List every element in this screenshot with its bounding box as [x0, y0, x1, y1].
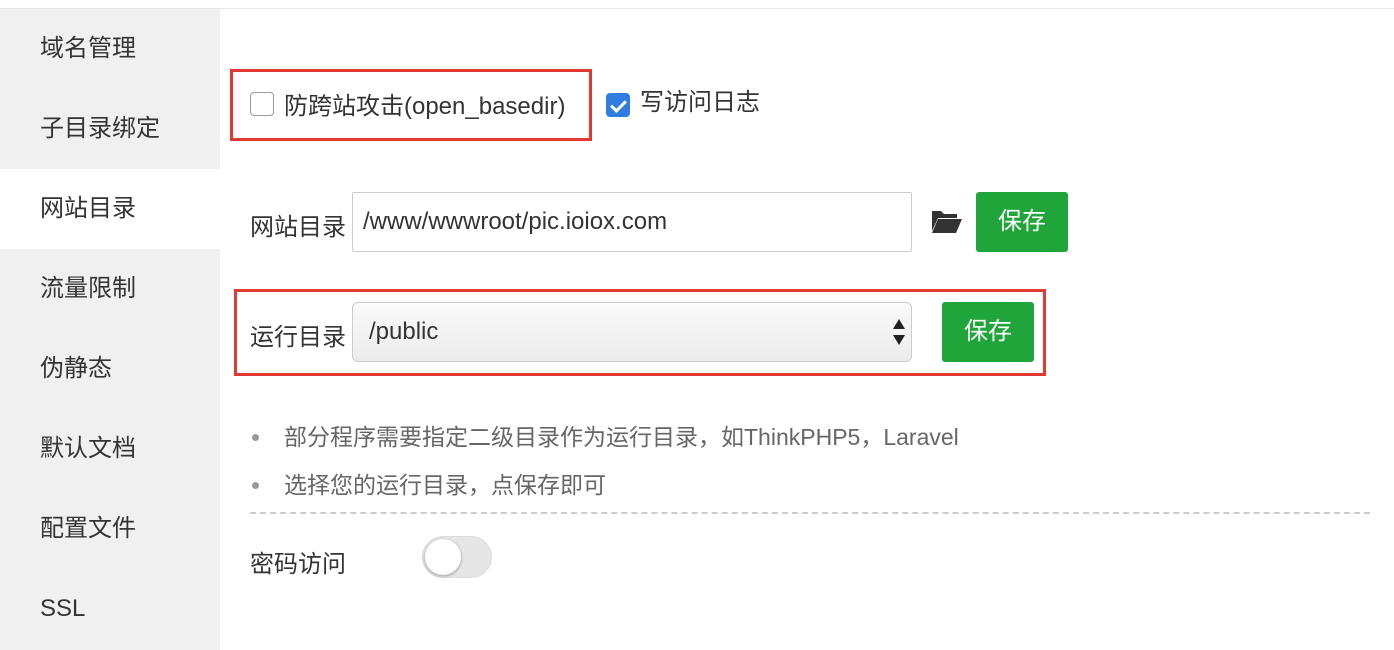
- divider: [250, 512, 1370, 514]
- run-dir-select[interactable]: /public: [352, 302, 912, 362]
- run-dir-save-button[interactable]: 保存: [942, 302, 1034, 362]
- sidebar-item-default-document[interactable]: 默认文档: [0, 409, 220, 489]
- select-arrows-icon: [893, 319, 905, 345]
- password-access-label: 密码访问: [250, 551, 346, 578]
- sidebar-item-ssl[interactable]: SSL: [0, 569, 220, 649]
- sidebar: 域名管理 子目录绑定 网站目录 流量限制 伪静态 默认文档 配置文件 SSL: [0, 9, 220, 650]
- anti-xss-label: 防跨站攻击(open_basedir): [284, 93, 566, 120]
- run-dir-label: 运行目录: [250, 324, 346, 351]
- sidebar-item-traffic-limit[interactable]: 流量限制: [0, 249, 220, 329]
- anti-xss-checkbox[interactable]: [250, 91, 274, 116]
- site-dir-label: 网站目录: [250, 214, 346, 241]
- top-border: [0, 0, 1394, 9]
- access-log-option[interactable]: 写访问日志: [606, 89, 760, 117]
- sidebar-item-site-directory[interactable]: 网站目录: [0, 169, 220, 249]
- access-log-checkbox[interactable]: [606, 93, 630, 117]
- anti-xss-option[interactable]: 防跨站攻击(open_basedir): [250, 86, 565, 121]
- access-log-label: 写访问日志: [640, 88, 760, 116]
- run-dir-selected-value: /public: [369, 318, 439, 345]
- sidebar-item-rewrite[interactable]: 伪静态: [0, 329, 220, 409]
- toggle-knob: [425, 539, 461, 575]
- password-access-toggle[interactable]: [422, 536, 492, 578]
- sidebar-item-domain[interactable]: 域名管理: [0, 9, 220, 89]
- sidebar-item-subdir-binding[interactable]: 子目录绑定: [0, 89, 220, 169]
- folder-open-icon[interactable]: [931, 208, 963, 234]
- sidebar-item-config-file[interactable]: 配置文件: [0, 489, 220, 569]
- site-dir-input[interactable]: /www/wwwroot/pic.ioiox.com: [352, 192, 912, 252]
- tip-item: 部分程序需要指定二级目录作为运行目录，如ThinkPHP5，Laravel: [250, 417, 959, 465]
- site-directory-panel: 防跨站攻击(open_basedir) 写访问日志 网站目录 /www/wwwr…: [220, 9, 1394, 650]
- tips-list: 部分程序需要指定二级目录作为运行目录，如ThinkPHP5，Laravel 选择…: [250, 417, 959, 513]
- site-dir-save-button[interactable]: 保存: [976, 192, 1068, 252]
- tip-item: 选择您的运行目录，点保存即可: [250, 465, 959, 513]
